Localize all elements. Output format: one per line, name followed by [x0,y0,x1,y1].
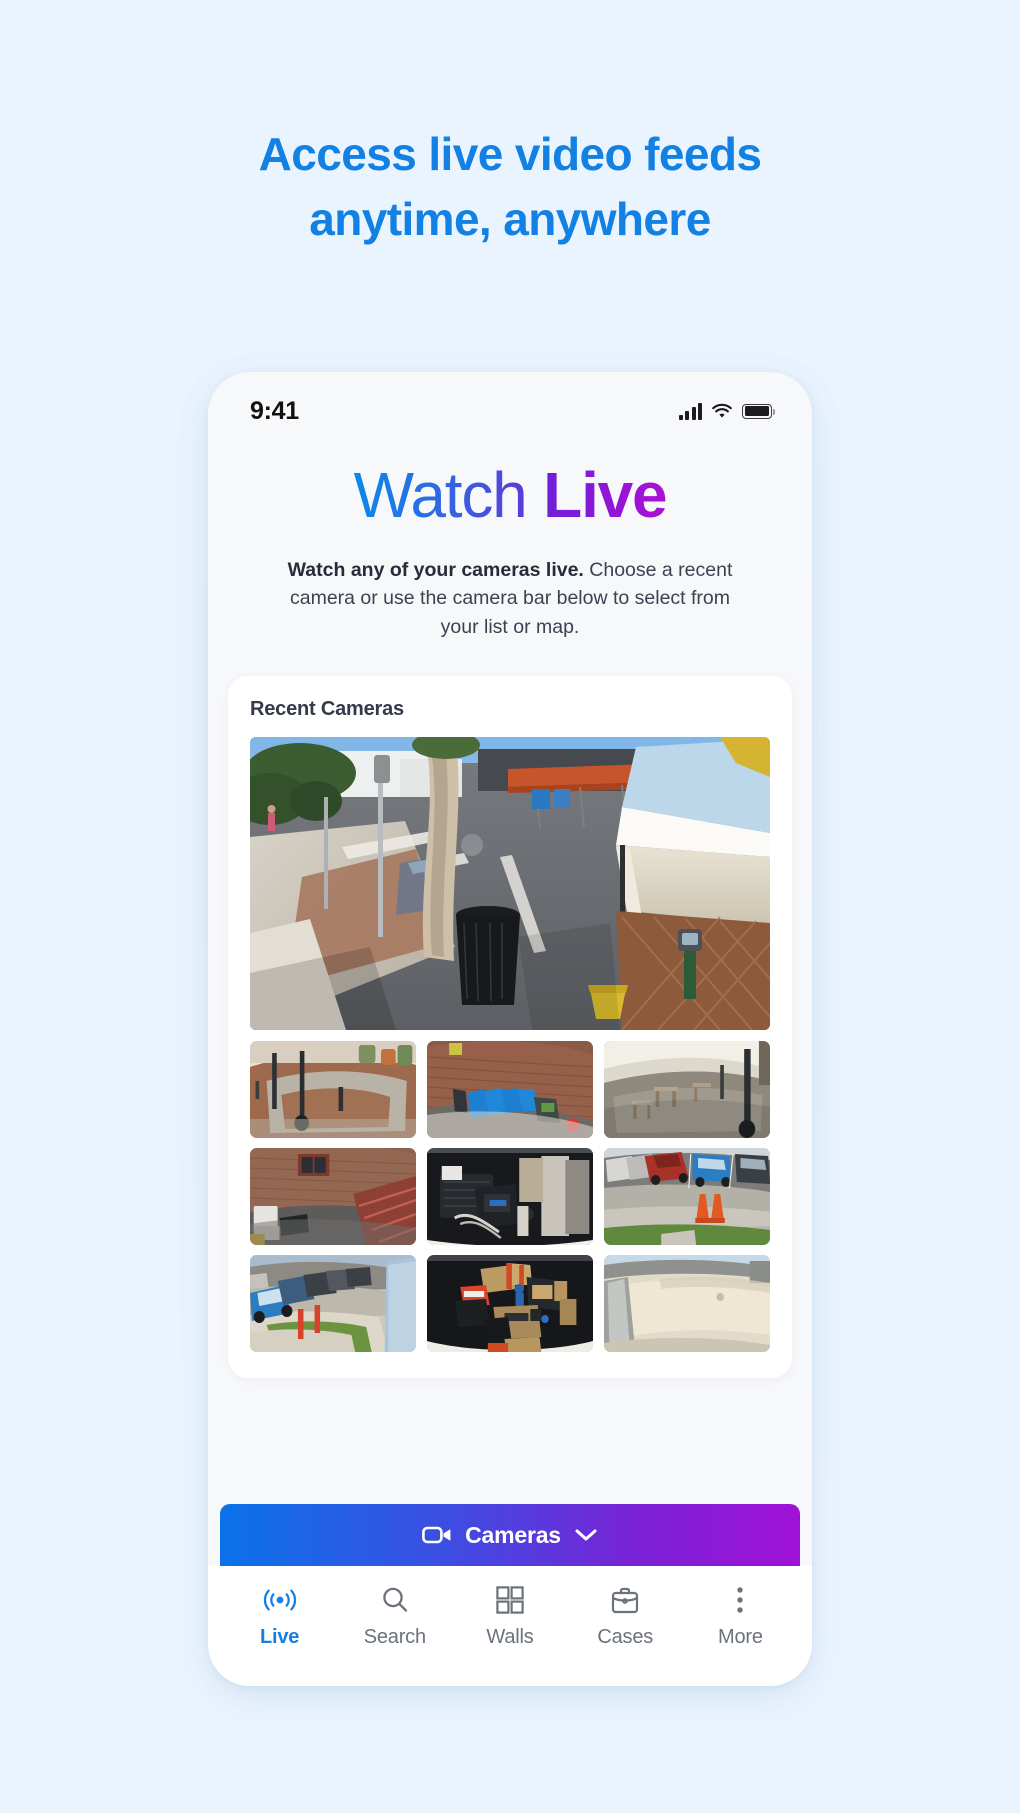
tab-search[interactable]: Search [337,1584,452,1649]
hero-subtitle-bold: Watch any of your cameras live. [287,558,584,581]
status-bar-icons [678,402,776,420]
recent-cameras-title: Recent Cameras [250,697,404,720]
chevron-down-icon [575,1529,597,1541]
empty-concrete-lot-image [604,1254,770,1352]
equipment-room-image [427,1147,593,1245]
headline-line-1: Access live video feeds [258,128,762,180]
hero-subtitle: Watch any of your cameras live. Choose a… [248,556,772,642]
tab-walls-label: Walls [486,1626,534,1648]
marketing-headline: Access live video feeds anytime, anywher… [0,122,1020,253]
page-title-watch: Watch [353,459,528,531]
wifi-icon [712,403,732,418]
video-camera-icon [422,1526,451,1544]
status-bar-clock: 9:41 [250,396,299,425]
page-title: Watch Live [248,459,772,531]
camera-thumbnail[interactable] [604,1147,770,1245]
tab-search-label: Search [363,1626,426,1648]
camera-thumbnail[interactable] [250,1040,416,1138]
page-title-live: Live [543,459,667,531]
parking-lot-cones-image [604,1147,770,1245]
layout-spacer [208,1378,812,1504]
status-bar: 9:41 [208,372,812,434]
hero-section: Watch Live Watch any of your cameras liv… [208,434,812,676]
brick-plaza-walkway-image [250,1040,416,1138]
recent-cameras-thumbnail-grid [250,1040,770,1352]
battery-icon [742,403,776,419]
camera-thumbnail[interactable] [250,1147,416,1245]
back-alley-stairs-image [250,1147,416,1245]
camera-thumbnail[interactable] [427,1147,593,1245]
tab-cases[interactable]: Cases [568,1584,683,1649]
tab-cases-label: Cases [597,1626,654,1648]
phone-mockup: 9:41 Watch Live Watch any of your camera… [208,372,812,1686]
tab-more-label: More [718,1626,763,1648]
grid-icon [495,1584,525,1616]
camera-selector-bar[interactable]: Cameras [220,1504,800,1566]
more-dots-icon [734,1584,746,1616]
bottom-tab-bar: Live Search Walls Cases More [208,1566,812,1686]
tab-more[interactable]: More [683,1584,798,1649]
search-icon [379,1584,411,1616]
broadcast-icon [263,1584,297,1616]
cellular-signal-icon [678,402,702,420]
camera-thumbnail[interactable] [604,1254,770,1352]
recycling-bins-alley-image [427,1040,593,1138]
employee-parking-lot-image [250,1254,416,1352]
tab-walls[interactable]: Walls [452,1584,567,1649]
main-camera-feed[interactable] [250,736,770,1030]
camera-thumbnail[interactable] [604,1040,770,1138]
tab-live[interactable]: Live [222,1584,337,1649]
headline-line-2: anytime, anywhere [309,193,711,246]
camera-selector-label: Cameras [465,1521,561,1548]
warehouse-office-image [427,1254,593,1352]
camera-thumbnail[interactable] [427,1254,593,1352]
camera-thumbnail[interactable] [250,1254,416,1352]
recent-cameras-card: Recent Cameras [228,675,792,1378]
covered-patio-seating-image [604,1040,770,1138]
main-camera-feed-image [250,736,770,1030]
tab-live-label: Live [259,1626,300,1648]
briefcase-icon [610,1584,640,1616]
camera-thumbnail[interactable] [427,1040,593,1138]
